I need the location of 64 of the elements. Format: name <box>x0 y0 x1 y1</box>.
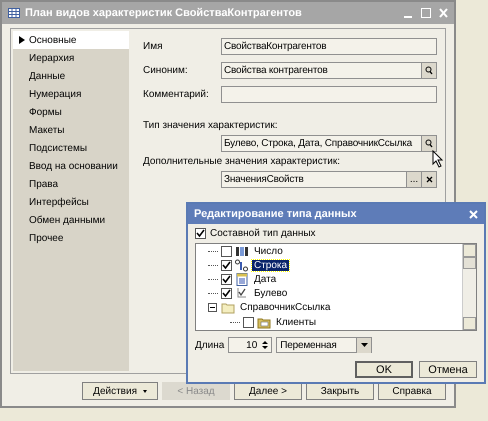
sidebar-item[interactable]: Прочее <box>13 229 129 247</box>
dialog-title: Редактирование типа данных <box>194 208 358 220</box>
sidebar-item[interactable]: Обмен данными <box>13 211 129 229</box>
number-field[interactable]: 10 <box>228 337 272 353</box>
sidebar-item[interactable]: Основные <box>13 31 129 49</box>
field-label: Имя <box>143 40 164 52</box>
tree-item[interactable]: Булево <box>252 288 290 300</box>
checkbox[interactable] <box>243 317 254 328</box>
search-icon <box>425 66 433 74</box>
tree-item[interactable]: Число <box>252 246 285 257</box>
mouse-cursor-icon <box>432 150 444 168</box>
checkbox[interactable] <box>195 228 206 239</box>
sidebar-item[interactable]: Иерархия <box>13 49 129 67</box>
scrollbar[interactable] <box>462 244 476 330</box>
sidebar-item[interactable]: Подсистемы <box>13 139 129 157</box>
input-field[interactable] <box>221 86 437 102</box>
tree-item[interactable]: Дата <box>252 274 278 285</box>
search-button[interactable] <box>421 136 436 151</box>
caret-icon <box>360 343 368 347</box>
checkbox[interactable] <box>221 274 232 285</box>
dialog-button[interactable]: OK <box>355 361 413 378</box>
sidebar-item[interactable]: Интерфейсы <box>13 193 129 211</box>
checkbox-label: Составной тип данных <box>210 228 316 239</box>
select-button[interactable]: ... <box>406 172 421 187</box>
field-label: Синоним: <box>143 64 189 76</box>
dropdown[interactable]: Переменная <box>276 337 372 353</box>
sidebar-item[interactable]: Ввод на основании <box>13 157 129 175</box>
text-type-icon <box>235 258 249 272</box>
checkmark-type-icon <box>235 287 249 300</box>
caret-icon <box>143 390 147 392</box>
calendar-icon <box>235 273 249 286</box>
pointer-icon <box>19 36 25 44</box>
table-icon <box>8 8 20 18</box>
search-button[interactable] <box>421 62 436 78</box>
field-label: Тип значения характеристик: <box>143 120 279 131</box>
clear-button[interactable] <box>421 172 436 187</box>
collapse-icon[interactable] <box>208 303 218 312</box>
length-label: Длина <box>195 340 224 350</box>
input-field[interactable]: Булево, Строка, Дата, СправочникСсылка <box>221 135 437 152</box>
dialog-button[interactable]: Действия <box>82 382 158 400</box>
sidebar-item[interactable]: Нумерация <box>13 85 129 103</box>
folder-icon <box>221 301 235 314</box>
checkbox[interactable] <box>221 288 232 300</box>
checkbox[interactable] <box>221 260 232 271</box>
sidebar-item[interactable]: Права <box>13 175 129 193</box>
input-field[interactable]: ЗначенияСвойств ... <box>221 171 437 188</box>
checkbox[interactable] <box>221 246 232 257</box>
sidebar-item[interactable]: Формы <box>13 103 129 121</box>
spinner-icon[interactable] <box>260 339 270 351</box>
number-type-icon <box>235 244 249 258</box>
tree-item[interactable]: Строка <box>252 260 290 271</box>
close-icon <box>426 176 432 183</box>
close-icon[interactable] <box>469 210 478 218</box>
dialog-button[interactable]: Отмена <box>419 361 477 378</box>
sidebar-item[interactable]: Данные <box>13 67 129 85</box>
input-field[interactable]: Свойства контрагентов <box>221 62 437 78</box>
tree-item[interactable]: Клиенты <box>274 317 318 328</box>
tree-item[interactable]: СправочникСсылка <box>238 302 332 314</box>
field-label: Дополнительные значения характеристик: <box>143 156 342 167</box>
sidebar-item[interactable]: Макеты <box>13 121 129 139</box>
field-label: Комментарий: <box>143 88 210 100</box>
window-title: План видов характеристик СвойстваКонтрагентов <box>25 7 303 19</box>
search-icon <box>425 139 433 148</box>
input-field[interactable]: СвойстваКонтрагентов <box>221 38 437 54</box>
